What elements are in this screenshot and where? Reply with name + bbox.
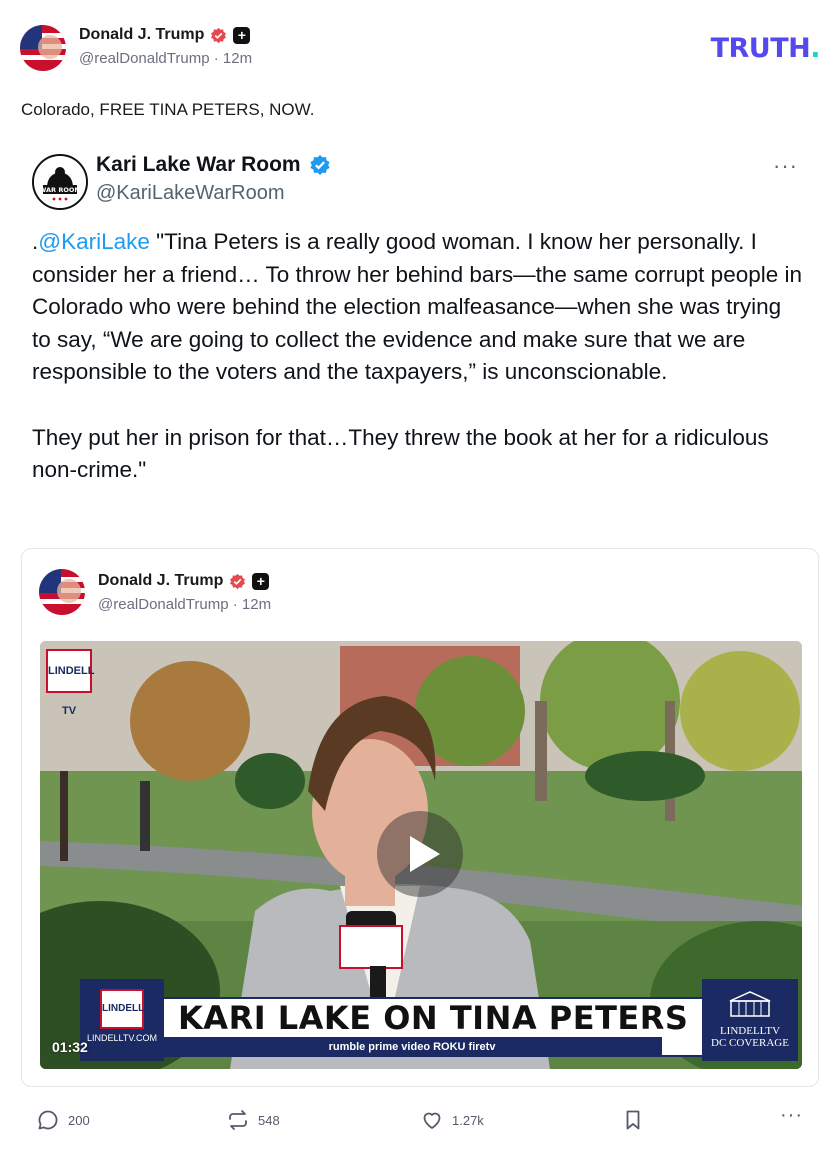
handle-row: @realDonaldTrump · 12m [98, 596, 272, 613]
quoted-body: .@KariLake "Tina Peters is a really good… [32, 229, 803, 483]
retruth-count: 548 [258, 1112, 280, 1128]
video-duration: 01:32 [52, 1039, 88, 1055]
plus-badge-icon: + [233, 26, 251, 44]
verified-checkmark-icon [310, 155, 330, 175]
handle-row: @realDonaldTrump · 12m [79, 50, 253, 67]
avatar[interactable] [20, 25, 66, 71]
handle[interactable]: @realDonaldTrump [98, 596, 229, 613]
reply-count: 200 [68, 1112, 90, 1128]
reply-button[interactable]: 200 [36, 1108, 90, 1132]
handle[interactable]: @realDonaldTrump [79, 50, 210, 67]
video-headline: KARI LAKE ON TINA PETERS [178, 999, 689, 1037]
quoted-truth-card[interactable]: Donald J. Trump + @realDonaldTrump · 12m [21, 548, 819, 1087]
timestamp[interactable]: 12m [242, 596, 271, 613]
bookmark-icon [626, 1110, 640, 1130]
bookmark-button[interactable] [621, 1108, 645, 1132]
timestamp[interactable]: 12m [223, 50, 252, 67]
svg-text:WAR ROOM: WAR ROOM [39, 186, 81, 194]
plus-badge-icon: + [252, 572, 270, 590]
video-player[interactable]: LINDELL TV LINDELL TV LINDELLTV.COM KARI… [40, 641, 802, 1069]
reply-icon [38, 1110, 58, 1130]
retruth-icon [229, 1110, 247, 1130]
retruth-button[interactable]: 548 [226, 1108, 280, 1132]
post-text: Colorado, FREE TINA PETERS, NOW. [21, 100, 315, 119]
more-button[interactable]: ··· [780, 1104, 803, 1127]
like-button[interactable]: 1.27k [420, 1108, 484, 1132]
truth-logo[interactable]: TRUTH. [711, 33, 821, 64]
lindell-tv-badge: LINDELL TV LINDELLTV.COM [80, 979, 164, 1061]
platform-strip: rumble prime video ROKU firetv [162, 1037, 662, 1057]
verified-badge-icon [230, 573, 246, 589]
lindell-tv-logo: LINDELL TV [46, 649, 94, 717]
quoted-display-name: Kari Lake War Room [96, 153, 331, 177]
post-header: Donald J. Trump + @realDonaldTrump · 12m… [20, 23, 820, 73]
war-room-avatar: WAR ROOM [32, 154, 88, 210]
more-icon: ··· [773, 153, 798, 178]
play-button[interactable] [377, 811, 463, 897]
dc-coverage-badge: LINDELLTV DC COVERAGE [702, 979, 798, 1061]
white-house-icon [729, 991, 771, 1017]
lower-third-banner: LINDELL TV LINDELLTV.COM KARI LAKE ON TI… [80, 979, 798, 1061]
quoted-tweet-image[interactable]: WAR ROOM Kari Lake War Room @KariLakeWar… [20, 145, 820, 535]
more-icon: ··· [780, 1104, 803, 1126]
avatar[interactable] [39, 569, 85, 615]
display-name[interactable]: Donald J. Trump [98, 572, 223, 590]
quoted-handle: @KariLakeWarRoom [96, 182, 285, 204]
like-count: 1.27k [452, 1112, 484, 1128]
verified-badge-icon [211, 27, 227, 43]
action-bar: 200 548 1.27k ··· [36, 1104, 808, 1138]
like-icon [423, 1112, 441, 1129]
display-name[interactable]: Donald J. Trump [79, 26, 204, 44]
mention-link: @KariLake [38, 229, 150, 254]
